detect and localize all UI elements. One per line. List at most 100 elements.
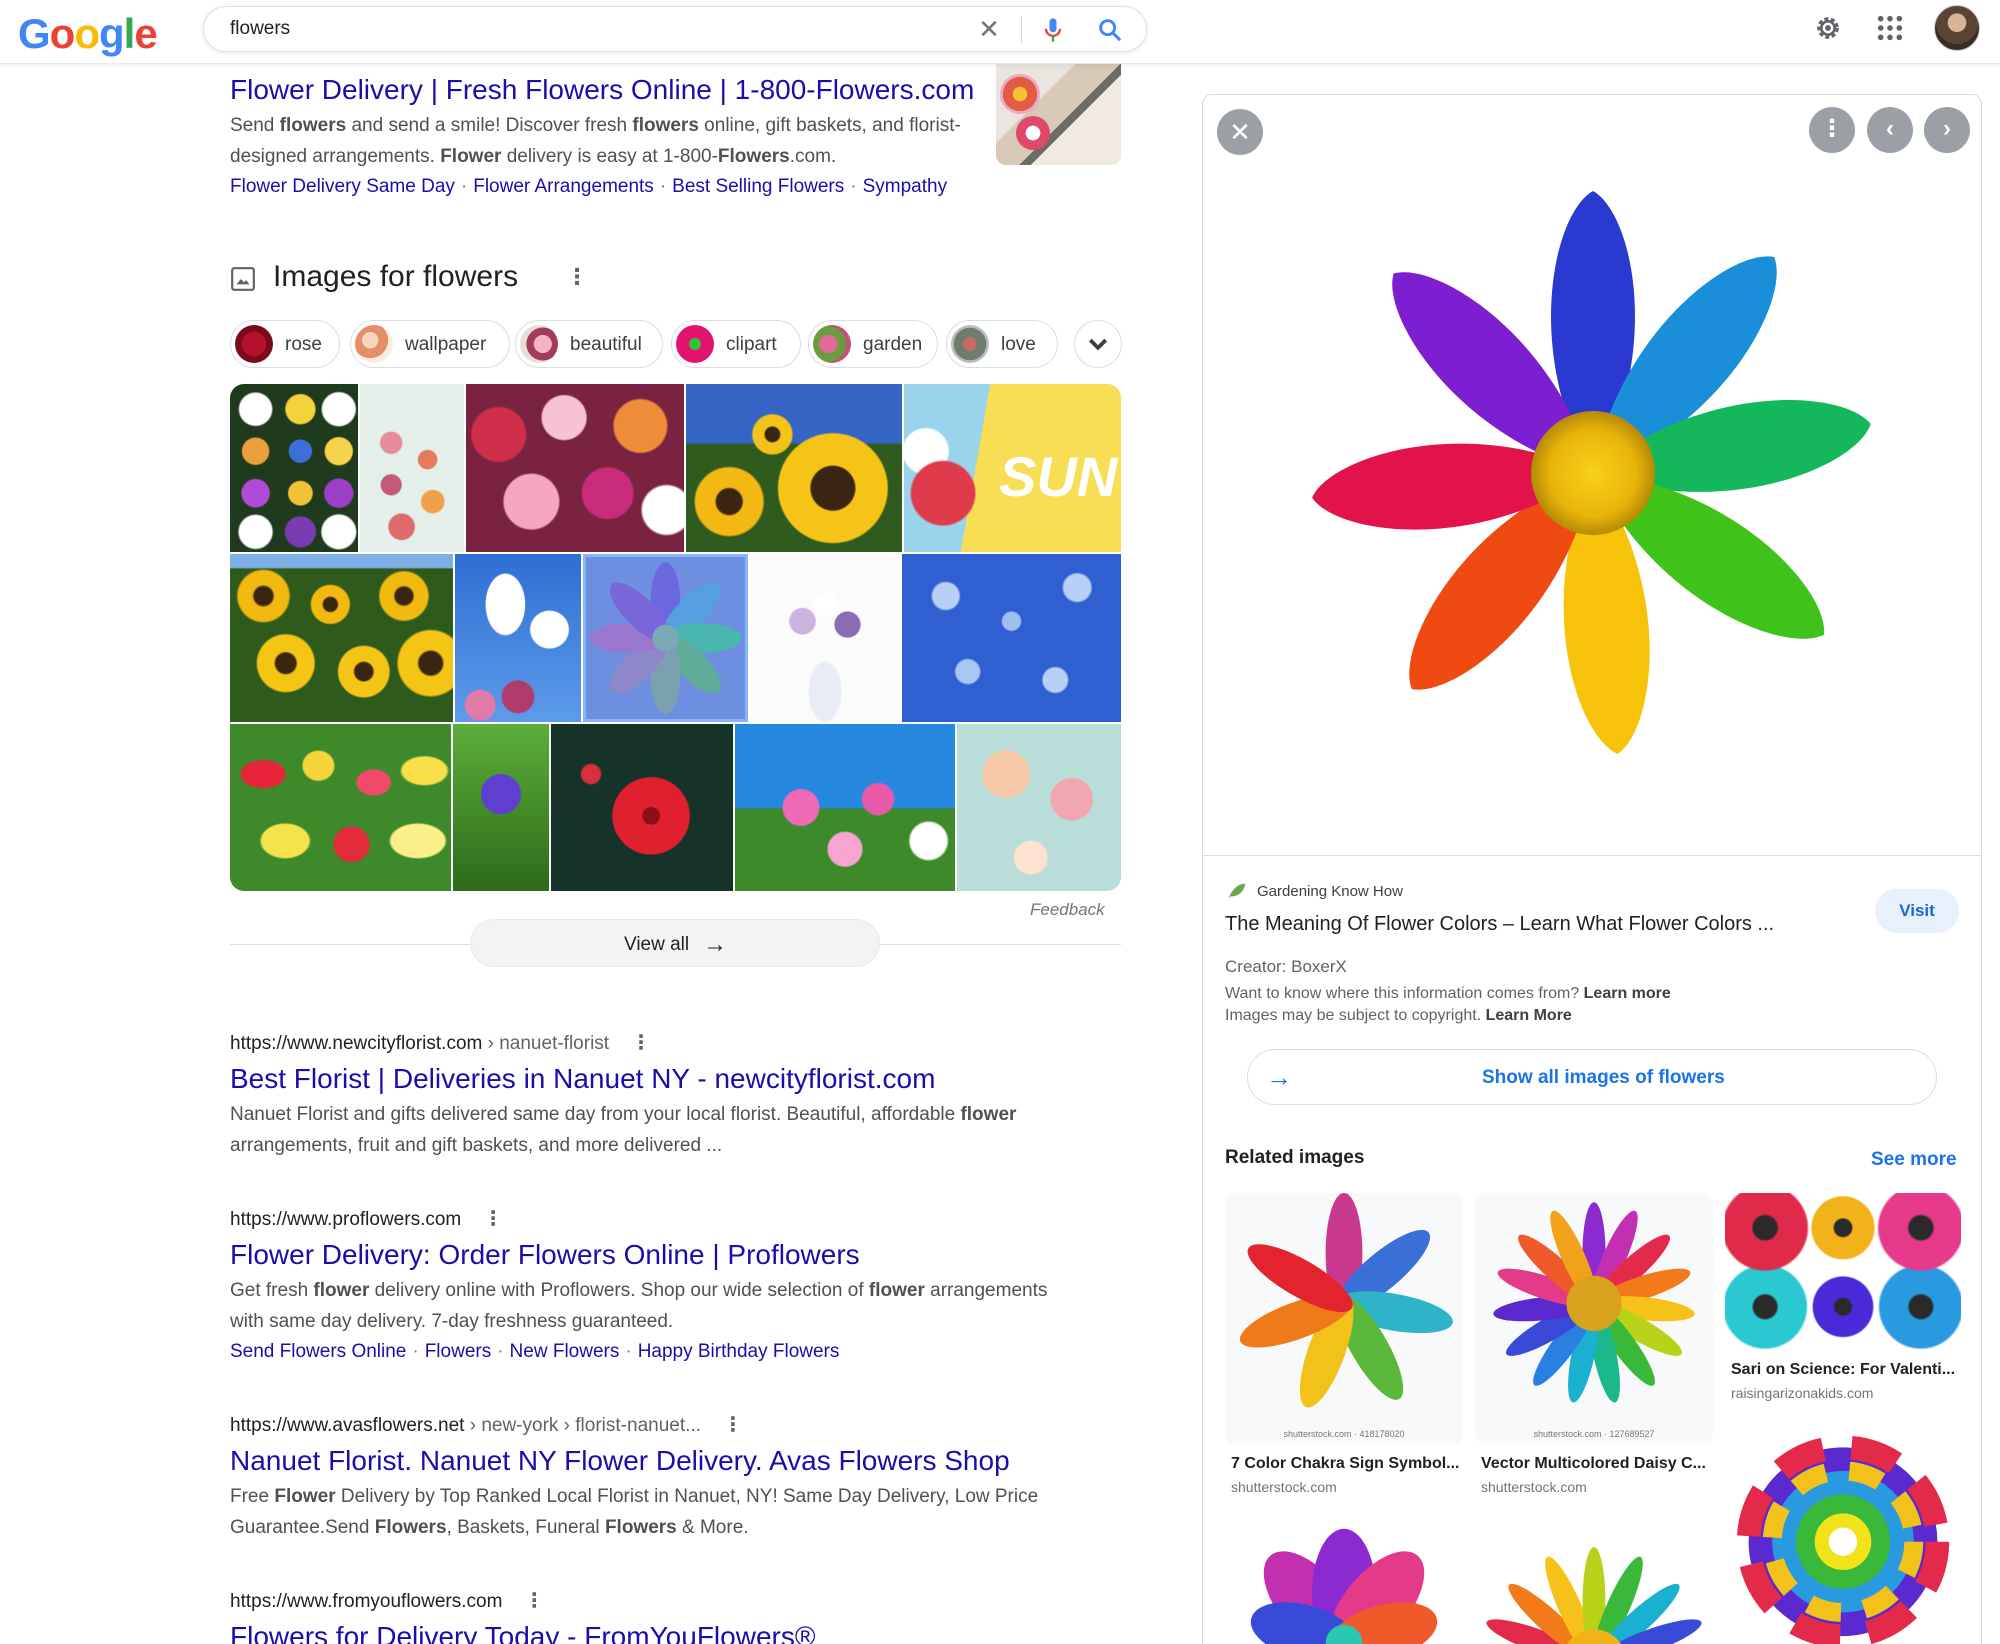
related-thumb bbox=[1725, 1417, 1961, 1644]
result-title[interactable]: Flowers for Delivery Today - FromYouFlow… bbox=[230, 1619, 815, 1644]
gear-icon[interactable] bbox=[1812, 12, 1844, 44]
related-image[interactable]: shutterstock.com · 127689527 Vector Mult… bbox=[1475, 1193, 1713, 1495]
sitelink[interactable]: Flower Arrangements bbox=[473, 176, 654, 197]
see-more-link[interactable]: See more bbox=[1871, 1149, 1957, 1171]
related-thumb bbox=[1225, 1515, 1463, 1644]
result-title[interactable]: Best Florist | Deliveries in Nanuet NY -… bbox=[230, 1061, 1050, 1097]
chip-rose[interactable]: rose bbox=[230, 320, 340, 368]
preview-image[interactable] bbox=[1203, 95, 1982, 855]
related-thumb bbox=[1475, 1515, 1713, 1644]
search-icon[interactable] bbox=[1096, 16, 1124, 44]
close-icon[interactable]: ✕ bbox=[1217, 109, 1263, 155]
related-image[interactable]: shutterstock.com · 418178020 7 Color Cha… bbox=[1225, 1193, 1463, 1495]
image-tile[interactable] bbox=[466, 384, 684, 552]
chip-clipart[interactable]: clipart bbox=[671, 320, 801, 368]
feedback-link[interactable]: Feedback bbox=[1030, 900, 1105, 920]
related-thumb bbox=[1725, 1193, 1961, 1351]
learn-more-link[interactable]: Learn More bbox=[1486, 1007, 1572, 1024]
search-result: https://www.fromyouflowers.com ⋮ Flowers … bbox=[230, 1588, 815, 1644]
image-tile[interactable] bbox=[455, 554, 581, 722]
related-image[interactable]: Sari on Science: For Valenti... raisinga… bbox=[1725, 1193, 1961, 1418]
snippet-text: and send a smile! Discover fresh bbox=[346, 115, 633, 136]
url-text: https://www.newcityflorist.com bbox=[230, 1033, 483, 1054]
image-tile-selected[interactable] bbox=[583, 554, 748, 722]
image-tile[interactable] bbox=[230, 554, 453, 722]
snippet-text: delivery is easy at 1-800- bbox=[501, 146, 718, 167]
sitelinks: Send Flowers Online · Flowers · New Flowers ·… bbox=[230, 1341, 840, 1362]
related-domain: raisingarizonakids.com bbox=[1731, 1385, 1874, 1401]
snippet-bold: flower bbox=[960, 1104, 1017, 1125]
related-image[interactable] bbox=[1725, 1417, 1961, 1644]
show-all-images-button[interactable]: → Show all images of flowers bbox=[1247, 1049, 1937, 1105]
result-title[interactable]: Flower Delivery | Fresh Flowers Online |… bbox=[230, 72, 980, 108]
avatar[interactable] bbox=[1934, 5, 1980, 51]
url-crumb: › nanuet-florist bbox=[482, 1033, 610, 1054]
snippet-bold: Flowers bbox=[374, 1517, 447, 1538]
sitelink[interactable]: Flowers bbox=[425, 1341, 492, 1362]
source-name[interactable]: Gardening Know How bbox=[1257, 883, 1403, 900]
chip-label: beautiful bbox=[570, 334, 642, 355]
sitelink[interactable]: Flower Delivery Same Day bbox=[230, 176, 455, 197]
sitelink[interactable]: Send Flowers Online bbox=[230, 1341, 406, 1362]
related-domain: shutterstock.com bbox=[1231, 1479, 1337, 1495]
result-snippet: Send flowers and send a smile! Discover … bbox=[230, 110, 980, 172]
image-tile[interactable] bbox=[750, 554, 900, 722]
snippet-text: Get fresh bbox=[230, 1280, 314, 1301]
result-thumbnail[interactable] bbox=[996, 64, 1121, 165]
image-tile[interactable] bbox=[360, 384, 464, 552]
image-tile[interactable] bbox=[686, 384, 902, 552]
sitelink[interactable]: Happy Birthday Flowers bbox=[638, 1341, 840, 1362]
chip-label: rose bbox=[285, 334, 322, 355]
sitelink[interactable]: New Flowers bbox=[510, 1341, 620, 1362]
snippet-bold: flowers bbox=[632, 115, 699, 136]
image-tile[interactable] bbox=[735, 724, 955, 891]
url-text: https://www.proflowers.com bbox=[230, 1209, 462, 1230]
result-snippet: Get fresh flower delivery online with Pr… bbox=[230, 1275, 1070, 1337]
image-icon bbox=[231, 267, 255, 291]
chip-garden[interactable]: garden bbox=[808, 320, 938, 368]
image-tile[interactable] bbox=[957, 724, 1121, 891]
image-tile[interactable]: SUN bbox=[904, 384, 1121, 552]
snippet-text: & More. bbox=[676, 1517, 749, 1538]
more-vert-icon[interactable]: ⋮ bbox=[1809, 107, 1855, 153]
image-tile[interactable] bbox=[230, 384, 358, 552]
chevron-right-icon[interactable]: › bbox=[1924, 107, 1970, 153]
image-tile[interactable] bbox=[453, 724, 549, 891]
related-image[interactable] bbox=[1225, 1515, 1463, 1644]
chevron-down-icon[interactable] bbox=[1074, 320, 1122, 368]
learn-more-link[interactable]: Learn more bbox=[1584, 985, 1671, 1002]
apps-icon[interactable] bbox=[1876, 14, 1904, 42]
result-title[interactable]: Nanuet Florist. Nanuet NY Flower Deliver… bbox=[230, 1443, 1050, 1479]
image-tile[interactable] bbox=[230, 724, 451, 891]
more-vert-icon[interactable]: ⋮ bbox=[631, 1030, 651, 1055]
chip-love[interactable]: love bbox=[946, 320, 1058, 368]
search-divider bbox=[1021, 16, 1022, 44]
snippet-text: arrangements, fruit and gift baskets, an… bbox=[230, 1135, 723, 1156]
chip-beautiful[interactable]: beautiful bbox=[515, 320, 663, 368]
chip-label: clipart bbox=[726, 334, 777, 355]
more-vert-icon[interactable]: ⋮ bbox=[566, 264, 588, 290]
result-snippet: Free Flower Delivery by Top Ranked Local… bbox=[230, 1481, 1050, 1543]
related-heading: Related images bbox=[1225, 1147, 1365, 1168]
more-vert-icon[interactable]: ⋮ bbox=[483, 1206, 503, 1231]
more-vert-icon[interactable]: ⋮ bbox=[524, 1588, 544, 1613]
result-title[interactable]: Flower Delivery: Order Flowers Online | … bbox=[230, 1237, 1070, 1273]
image-tile[interactable] bbox=[902, 554, 1121, 722]
visit-button[interactable]: Visit bbox=[1875, 889, 1959, 933]
search-input[interactable] bbox=[230, 15, 930, 43]
image-tile[interactable] bbox=[551, 724, 733, 891]
sitelink[interactable]: Best Selling Flowers bbox=[672, 176, 844, 197]
clear-icon[interactable]: ✕ bbox=[976, 16, 1002, 42]
view-all-button[interactable]: View all → bbox=[470, 919, 880, 967]
watermark: shutterstock.com · 418178020 bbox=[1283, 1429, 1405, 1439]
sitelink[interactable]: Sympathy bbox=[863, 176, 947, 197]
search-box: ✕ bbox=[203, 6, 1147, 52]
mic-icon[interactable] bbox=[1039, 15, 1067, 45]
related-image[interactable] bbox=[1475, 1515, 1713, 1644]
chip-thumb bbox=[676, 325, 714, 363]
preview-title[interactable]: The Meaning Of Flower Colors – Learn Wha… bbox=[1225, 913, 1774, 936]
chip-wallpaper[interactable]: wallpaper bbox=[350, 320, 510, 368]
google-logo[interactable]: Google bbox=[18, 10, 158, 58]
more-vert-icon[interactable]: ⋮ bbox=[723, 1412, 743, 1437]
chevron-left-icon[interactable]: ‹ bbox=[1867, 107, 1913, 153]
